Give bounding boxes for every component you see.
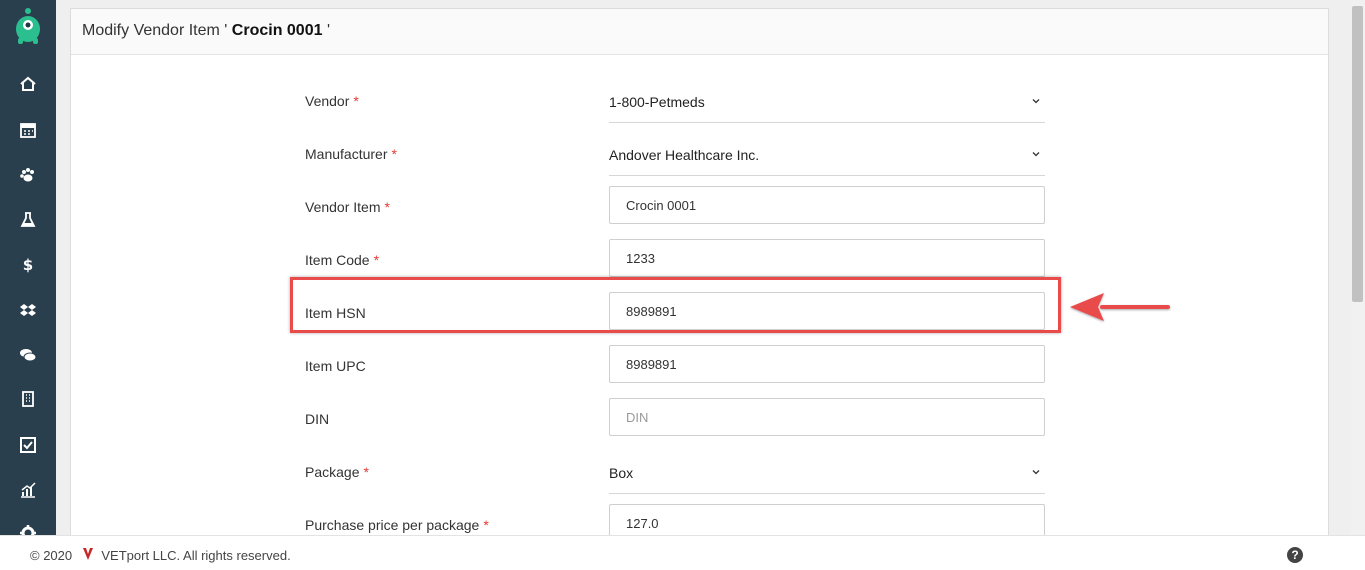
din-label: DIN [305,411,330,427]
item-upc-label: Item UPC [305,358,366,374]
footer: © 2020 VETport LLC. All rights reserved.… [0,535,1365,570]
vetport-mark-icon [82,548,93,560]
vendor-item-input[interactable] [609,186,1045,224]
sidebar: $ [0,0,56,535]
item-code-label: Item Code * [305,252,380,268]
calendar-icon[interactable] [18,120,38,140]
scrollbar-thumb[interactable] [1352,6,1363,302]
din-row: DIN [305,398,1045,441]
chart-icon[interactable] [18,480,38,500]
package-row: Package * Box [305,456,1045,494]
din-input[interactable] [609,398,1045,436]
page-title-item-name: Crocin 0001 [227,22,327,39]
chevron-down-icon [1032,152,1040,157]
manufacturer-select[interactable]: Andover Healthcare Inc. [609,138,1045,176]
comments-icon[interactable] [18,345,38,365]
check-square-icon[interactable] [18,435,38,455]
vetport-logo-icon[interactable] [12,7,44,45]
vendor-label: Vendor * [305,93,359,109]
item-hsn-highlight-box [290,277,1061,333]
dropbox-icon[interactable] [18,300,38,320]
svg-text:$: $ [23,256,33,273]
help-icon[interactable]: ? [1287,547,1303,563]
page-title-suffix: ' [326,22,331,39]
package-selected-value: Box [609,465,634,481]
item-upc-input[interactable] [609,345,1045,383]
manufacturer-label: Manufacturer * [305,146,397,162]
building-icon[interactable] [18,389,38,409]
vendor-item-row: Vendor Item * [305,186,1045,229]
item-upc-row: Item UPC [305,345,1045,388]
manufacturer-row: Manufacturer * Andover Healthcare Inc. [305,138,1045,176]
vendor-select[interactable]: 1-800-Petmeds [609,85,1045,123]
vendor-selected-value: 1-800-Petmeds [609,94,705,110]
annotation-arrow-icon [1070,293,1170,321]
vendor-item-label: Vendor Item * [305,199,390,215]
item-code-input[interactable] [609,239,1045,277]
paw-icon[interactable] [18,165,38,185]
purchase-price-label: Purchase price per package * [305,517,489,533]
home-icon[interactable] [18,74,38,94]
package-select[interactable]: Box [609,456,1045,494]
vendor-row: Vendor * 1-800-Petmeds [305,85,1045,123]
chevron-down-icon [1032,470,1040,475]
dollar-icon[interactable]: $ [18,254,38,274]
flask-icon[interactable] [18,210,38,230]
copyright-text: © 2020 VETport LLC. All rights reserved. [30,548,291,563]
chevron-down-icon [1032,99,1040,104]
gear-icon[interactable] [18,524,38,535]
page-title: Modify Vendor Item ' Crocin 0001 ' [71,9,1328,55]
page-title-prefix: Modify Vendor Item ' [82,22,228,39]
manufacturer-selected-value: Andover Healthcare Inc. [609,147,760,163]
package-label: Package * [305,464,369,480]
page-scrollbar[interactable] [1350,0,1365,535]
